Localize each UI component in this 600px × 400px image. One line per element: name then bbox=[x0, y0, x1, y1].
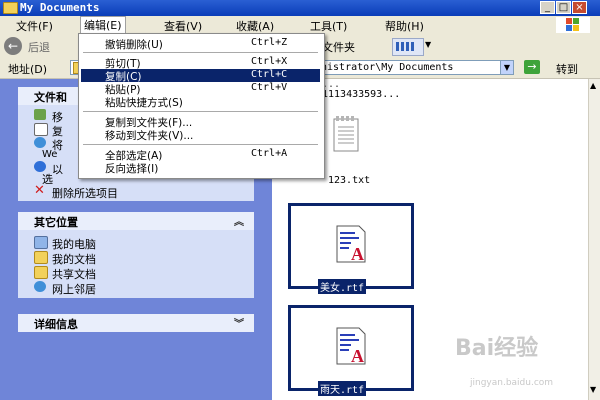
menu-file[interactable]: 文件(F) bbox=[16, 18, 53, 34]
views-button[interactable] bbox=[392, 38, 424, 56]
task-publish-web[interactable]: We bbox=[42, 149, 57, 160]
address-dropdown-button[interactable]: ▼ bbox=[500, 60, 514, 75]
menu-item-cut[interactable]: 剪切(T) Ctrl+X bbox=[81, 56, 320, 70]
text-file-icon bbox=[331, 115, 361, 153]
menu-item-copy-to-folder[interactable]: 复制到文件夹(F)... bbox=[81, 115, 320, 129]
menu-separator bbox=[83, 52, 318, 53]
back-arrow-icon: ← bbox=[4, 37, 22, 55]
expand-icon[interactable]: ︾ bbox=[234, 315, 244, 330]
menu-separator bbox=[83, 144, 318, 145]
file-thumbnail-selected[interactable]: A bbox=[288, 203, 414, 289]
watermark-url: jingyan.baidu.com bbox=[470, 378, 554, 388]
vertical-scrollbar[interactable]: ▲ ▼ bbox=[588, 79, 600, 400]
menu-view[interactable]: 查看(V) bbox=[164, 18, 202, 34]
svg-text:A: A bbox=[351, 346, 364, 366]
scroll-up-icon[interactable]: ▲ bbox=[590, 81, 596, 90]
menu-favorites[interactable]: 收藏(A) bbox=[236, 18, 274, 34]
menu-item-undo[interactable]: 撤销删除(U) Ctrl+Z bbox=[81, 37, 320, 51]
menu-item-copy[interactable]: 复制(C) Ctrl+C bbox=[81, 69, 320, 83]
other-places-header[interactable]: 其它位置 ︽ bbox=[18, 212, 254, 230]
delete-icon: ✕ bbox=[34, 183, 45, 198]
copy-icon bbox=[34, 123, 48, 136]
svg-text:A: A bbox=[351, 244, 364, 264]
other-places-panel: 我的电脑 我的文档 共享文档 网上邻居 bbox=[18, 230, 254, 298]
back-button[interactable]: ← 后退 bbox=[4, 37, 76, 55]
file-thumbnail-selected[interactable]: A bbox=[288, 305, 414, 391]
minimize-button[interactable]: _ bbox=[540, 1, 555, 14]
menu-separator bbox=[83, 111, 318, 112]
windows-logo-icon bbox=[556, 17, 590, 33]
menu-item-select-all[interactable]: 全部选定(A) Ctrl+A bbox=[81, 148, 320, 162]
watermark-logo: Bai经验 bbox=[455, 336, 539, 361]
shared-folder-icon bbox=[34, 266, 48, 279]
scroll-down-icon[interactable]: ▼ bbox=[590, 385, 596, 394]
file-name-selected[interactable]: 美女.rtf bbox=[318, 279, 367, 294]
rtf-file-icon: A bbox=[335, 224, 367, 264]
network-icon bbox=[34, 281, 46, 292]
back-label: 后退 bbox=[28, 41, 50, 54]
details-title: 详细信息 bbox=[34, 318, 78, 331]
collapse-icon[interactable]: ︽ bbox=[234, 213, 244, 228]
close-button[interactable]: × bbox=[572, 1, 587, 14]
go-label: 转到 bbox=[556, 63, 578, 76]
address-path: nistrator\My Documents bbox=[321, 62, 454, 73]
other-places-title: 其它位置 bbox=[34, 216, 78, 229]
rtf-file-icon: A bbox=[335, 326, 367, 366]
file-name[interactable]: 123.txt bbox=[328, 175, 370, 186]
globe-icon bbox=[34, 137, 46, 148]
go-button[interactable]: → 转到 bbox=[520, 59, 596, 76]
go-arrow-icon: → bbox=[524, 60, 540, 74]
computer-icon bbox=[34, 236, 48, 249]
menu-item-invert-selection[interactable]: 反向选择(I) bbox=[81, 161, 320, 175]
file-name-selected[interactable]: 雨天.rtf bbox=[318, 381, 367, 396]
details-header[interactable]: 详细信息 ︾ bbox=[18, 314, 254, 332]
maximize-button[interactable]: □ bbox=[556, 1, 571, 14]
folder-icon bbox=[34, 251, 48, 264]
folder-icon bbox=[3, 2, 18, 14]
title-bar: My Documents _ □ × bbox=[0, 0, 600, 16]
views-icon bbox=[396, 42, 414, 51]
menu-item-move-to-folder[interactable]: 移动到文件夹(V)... bbox=[81, 128, 320, 142]
move-icon bbox=[34, 109, 46, 120]
views-dropdown-icon[interactable]: ▼ bbox=[425, 40, 431, 49]
menu-tools[interactable]: 工具(T) bbox=[310, 18, 347, 34]
edit-menu: 撤销删除(U) Ctrl+Z 剪切(T) Ctrl+X 复制(C) Ctrl+C… bbox=[78, 33, 325, 179]
menu-item-paste[interactable]: 粘贴(P) Ctrl+V bbox=[81, 82, 320, 96]
menu-edit[interactable]: 编辑(E) bbox=[80, 16, 126, 34]
menu-item-paste-shortcut[interactable]: 粘贴快捷方式(S) bbox=[81, 95, 320, 109]
address-label: 地址(D) bbox=[8, 63, 48, 76]
file-tasks-title: 文件和 bbox=[34, 91, 67, 104]
folders-button[interactable]: 文件夹 bbox=[322, 39, 355, 55]
menu-help[interactable]: 帮助(H) bbox=[385, 18, 424, 34]
window-title: My Documents bbox=[20, 1, 100, 14]
